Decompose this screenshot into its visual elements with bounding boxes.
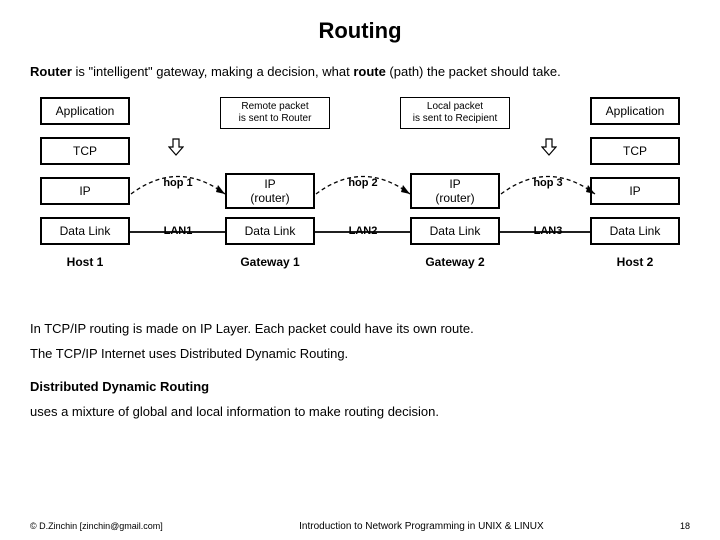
intro-suffix: (path) the packet should take. bbox=[386, 64, 561, 79]
slide-footer: © D.Zinchin [zinchin@gmail.com] Introduc… bbox=[30, 521, 690, 532]
subheading: Distributed Dynamic Routing bbox=[30, 379, 690, 394]
intro-mid: is "intelligent" gateway, making a decis… bbox=[72, 64, 353, 79]
host1-tcp: TCP bbox=[40, 137, 130, 165]
host2-ip: IP bbox=[590, 177, 680, 205]
para-3: uses a mixture of global and local infor… bbox=[30, 404, 690, 419]
para-2: The TCP/IP Internet uses Distributed Dyn… bbox=[30, 346, 690, 361]
page-title: Routing bbox=[30, 18, 690, 44]
gateway2-label: Gateway 2 bbox=[410, 255, 500, 269]
gateway1-datalink: Data Link bbox=[225, 217, 315, 245]
arrow-down-icon bbox=[541, 138, 557, 156]
arrow-down-icon bbox=[168, 138, 184, 156]
para-1: In TCP/IP routing is made on IP Layer. E… bbox=[30, 321, 690, 336]
remote-packet-box: Remote packet is sent to Router bbox=[220, 97, 330, 129]
gateway2-ip: IP (router) bbox=[410, 173, 500, 209]
gateway1-ip: IP (router) bbox=[225, 173, 315, 209]
footer-title: Introduction to Network Programming in U… bbox=[163, 521, 680, 532]
host2-datalink: Data Link bbox=[590, 217, 680, 245]
intro-bold-route: route bbox=[353, 64, 386, 79]
footer-page-number: 18 bbox=[680, 521, 690, 531]
host1-label: Host 1 bbox=[40, 255, 130, 269]
body-text: In TCP/IP routing is made on IP Layer. E… bbox=[30, 321, 690, 419]
lan1-line bbox=[130, 227, 225, 237]
host1-datalink: Data Link bbox=[40, 217, 130, 245]
routing-diagram: Remote packet is sent to Router Local pa… bbox=[30, 97, 690, 307]
local-packet-box: Local packet is sent to Recipient bbox=[400, 97, 510, 129]
host2-application: Application bbox=[590, 97, 680, 125]
gateway2-datalink: Data Link bbox=[410, 217, 500, 245]
footer-author: © D.Zinchin [zinchin@gmail.com] bbox=[30, 521, 163, 531]
host2-tcp: TCP bbox=[590, 137, 680, 165]
lan3-line bbox=[500, 227, 590, 237]
gateway1-label: Gateway 1 bbox=[225, 255, 315, 269]
intro-bold-router: Router bbox=[30, 64, 72, 79]
host1-application: Application bbox=[40, 97, 130, 125]
hop1-arc bbox=[128, 167, 228, 197]
host2-label: Host 2 bbox=[590, 255, 680, 269]
hop2-arc bbox=[313, 167, 413, 197]
host1-ip: IP bbox=[40, 177, 130, 205]
hop3-arc bbox=[498, 167, 598, 197]
intro-text: Router is "intelligent" gateway, making … bbox=[30, 64, 690, 79]
lan2-line bbox=[315, 227, 410, 237]
